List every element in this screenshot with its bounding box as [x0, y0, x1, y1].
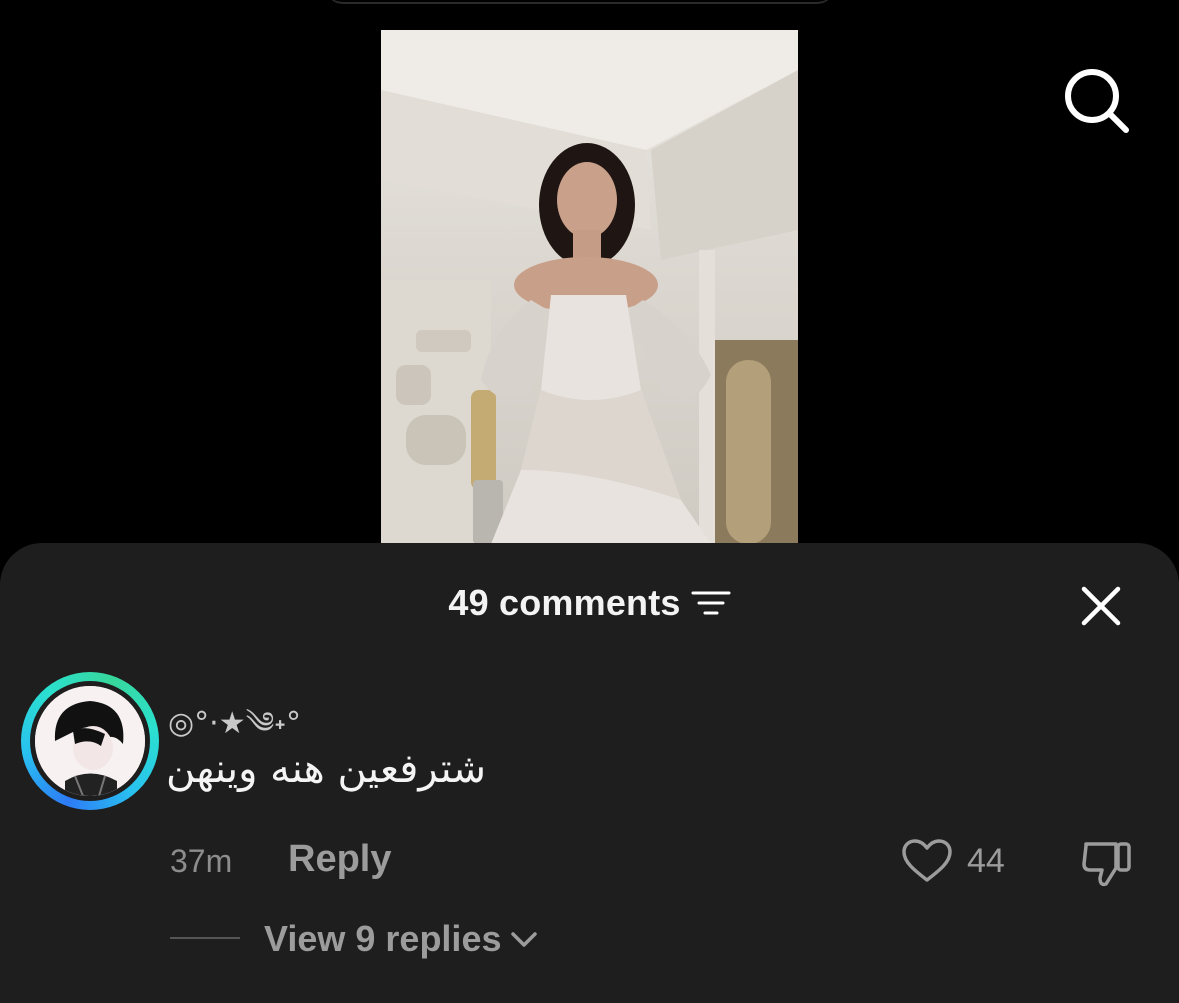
view-replies-button[interactable]: View 9 replies	[264, 918, 539, 960]
top-bar-edge	[325, 0, 835, 4]
search-button[interactable]	[1058, 62, 1134, 138]
like-button[interactable]	[900, 838, 954, 884]
comment-item: ◎°·★༄˖° شترفعين هنه وينهن 37m Reply 44 V…	[0, 668, 1179, 968]
comments-count: 49 comments	[448, 582, 681, 623]
dislike-button[interactable]	[1080, 838, 1134, 888]
search-icon	[1065, 69, 1129, 133]
comments-sheet: 49 comments ◎°·★༄˖° شترفعين هنه وينهن 37…	[0, 543, 1179, 1003]
comment-text: شترفعين هنه وينهن	[166, 746, 487, 792]
view-replies-label: View 9 replies	[264, 918, 502, 959]
comment-timestamp: 37m	[170, 843, 233, 879]
heart-icon	[902, 839, 952, 882]
filter-icon[interactable]	[691, 588, 731, 618]
like-count: 44	[967, 842, 1005, 880]
close-icon	[1081, 586, 1121, 626]
thumbs-down-icon	[1082, 842, 1131, 887]
video-frame	[381, 30, 798, 544]
comments-header: 49 comments	[0, 543, 1179, 663]
close-button[interactable]	[1078, 583, 1124, 629]
replies-divider	[170, 937, 240, 939]
video-preview[interactable]	[381, 30, 798, 544]
chevron-down-icon	[511, 932, 538, 947]
avatar-image	[35, 686, 145, 796]
avatar-frame	[30, 681, 150, 801]
avatar[interactable]	[21, 672, 159, 810]
reply-button[interactable]: Reply	[288, 838, 391, 881]
